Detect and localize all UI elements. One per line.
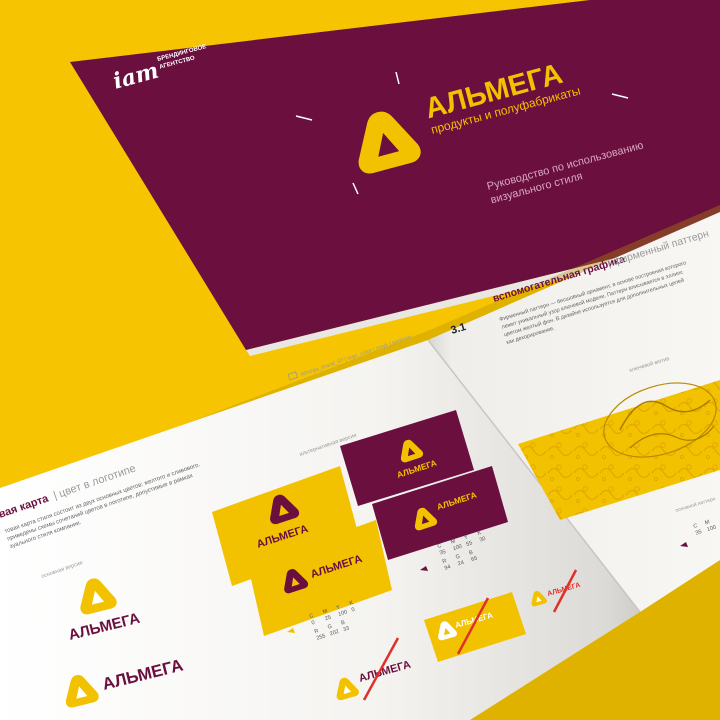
scene-svg: iam БРЕНДИНГОВОЕ АГЕНТСТВО АЛЬМЕГА проду…: [0, 0, 720, 720]
photo-scene: iam БРЕНДИНГОВОЕ АГЕНТСТВО АЛЬМЕГА проду…: [0, 0, 720, 720]
